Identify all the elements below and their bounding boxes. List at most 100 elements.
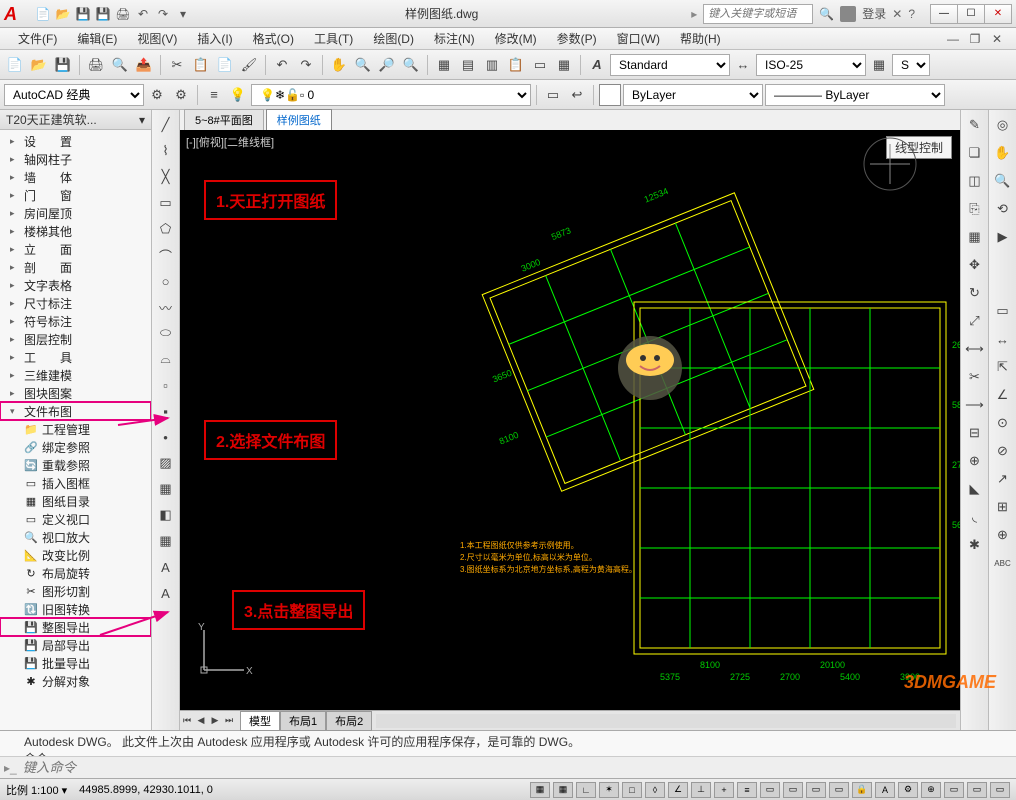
viewport-tab-active[interactable]: 样例图纸 — [266, 109, 332, 130]
drawing-canvas[interactable]: [-][俯视][二维线框] 线型控制 1.天正打开图纸 2.选择文件布图 3.点… — [180, 130, 960, 710]
tree-item-12[interactable]: ▸工 具 — [0, 348, 151, 366]
gradient-icon[interactable]: ▦ — [155, 478, 177, 500]
maximize-button[interactable]: ☐ — [957, 4, 985, 24]
table-style-select[interactable]: Sta — [892, 54, 930, 76]
dim-aligned-icon[interactable]: ⇱ — [992, 356, 1014, 378]
minimize-button[interactable]: — — [930, 4, 958, 24]
sc-toggle[interactable]: ▭ — [806, 782, 826, 798]
table-style-icon[interactable]: ▦ — [868, 54, 890, 76]
search-icon[interactable]: 🔍 — [819, 7, 834, 21]
hw-toggle[interactable]: ▭ — [944, 782, 964, 798]
move-icon[interactable]: ✥ — [964, 254, 986, 276]
close-button[interactable]: ✕ — [984, 4, 1012, 24]
match-icon[interactable]: 🖌 — [238, 54, 260, 76]
color-swatch[interactable] — [599, 84, 621, 106]
tree-item-22[interactable]: 🔍视口放大 — [0, 528, 151, 546]
app-logo[interactable] — [4, 4, 28, 24]
tree-item-5[interactable]: ▸楼梯其他 — [0, 222, 151, 240]
layout-tab-1[interactable]: 布局1 — [280, 711, 326, 731]
polyline-icon[interactable]: ⌇ — [155, 140, 177, 162]
tolerance-icon[interactable]: ⊞ — [992, 496, 1014, 518]
osnap-toggle[interactable]: □ — [622, 782, 642, 798]
save-icon[interactable]: 💾 — [74, 5, 92, 23]
zoom-prev-icon[interactable]: 🔍 — [400, 54, 422, 76]
menu-dimension[interactable]: 标注(N) — [426, 28, 483, 49]
table-icon[interactable]: ▦ — [155, 530, 177, 552]
rotate-icon[interactable]: ↻ — [964, 282, 986, 304]
layout-tab-model[interactable]: 模型 — [240, 711, 280, 731]
hscroll-track[interactable] — [376, 714, 956, 728]
workspace-settings-icon[interactable]: ⚙ — [146, 84, 168, 106]
exchange-icon[interactable]: ✕ — [892, 7, 902, 21]
constraint-icon[interactable]: ▭ — [992, 300, 1014, 322]
layout-tab-2[interactable]: 布局2 — [326, 711, 372, 731]
layer-iso-icon[interactable]: ▭ — [542, 84, 564, 106]
panel-dropdown-icon[interactable]: ▾ — [139, 113, 145, 127]
undo2-icon[interactable]: ↶ — [271, 54, 293, 76]
chamfer-icon[interactable]: ◣ — [964, 478, 986, 500]
dim-angular-icon[interactable]: ∠ — [992, 384, 1014, 406]
menu-tools[interactable]: 工具(T) — [306, 28, 361, 49]
publish-icon[interactable]: 📤 — [133, 54, 155, 76]
tree-item-28[interactable]: 💾局部导出 — [0, 636, 151, 654]
tree-item-7[interactable]: ▸剖 面 — [0, 258, 151, 276]
help-icon[interactable]: ? — [908, 7, 915, 21]
tree-item-21[interactable]: ▭定义视口 — [0, 510, 151, 528]
menu-parametric[interactable]: 参数(P) — [549, 28, 605, 49]
calc-icon[interactable]: ▦ — [553, 54, 575, 76]
block-make-icon[interactable]: ▪ — [155, 400, 177, 422]
markup-icon[interactable]: ▭ — [529, 54, 551, 76]
dim-radius-icon[interactable]: ⊙ — [992, 412, 1014, 434]
new-icon[interactable]: 📄 — [34, 5, 52, 23]
menu-help[interactable]: 帮助(H) — [672, 28, 729, 49]
tree-item-14[interactable]: ▸图块图案 — [0, 384, 151, 402]
anno3-toggle[interactable]: ⚙ — [898, 782, 918, 798]
mdi-restore-icon[interactable]: ❐ — [966, 30, 984, 48]
preview-icon[interactable]: 🔍 — [109, 54, 131, 76]
clean-toggle[interactable]: ▭ — [990, 782, 1010, 798]
orbit-icon[interactable]: ⟲ — [992, 198, 1014, 220]
dim-style-select[interactable]: ISO-25 — [756, 54, 866, 76]
array-icon[interactable]: ▦ — [964, 226, 986, 248]
command-input[interactable] — [17, 760, 1012, 775]
tree-item-26[interactable]: 🔃旧图转换 — [0, 600, 151, 618]
scroll-next-icon[interactable]: ▶ — [208, 714, 222, 728]
snap-toggle[interactable]: ▦ — [530, 782, 550, 798]
color-select[interactable]: ByLayer — [623, 84, 763, 106]
tree-item-19[interactable]: ▭插入图框 — [0, 474, 151, 492]
steering-wheel-icon[interactable]: ◎ — [992, 114, 1014, 136]
abc-icon[interactable]: ABC — [992, 552, 1014, 574]
layer-props-icon[interactable]: ≡ — [203, 84, 225, 106]
tree-item-17[interactable]: 🔗绑定参照 — [0, 438, 151, 456]
mdi-minimize-icon[interactable]: — — [944, 30, 962, 48]
scroll-last-icon[interactable]: ⏭ — [222, 714, 236, 728]
anno2-toggle[interactable]: A — [875, 782, 895, 798]
status-scale[interactable]: 比例 1:100 ▾ — [6, 782, 67, 798]
redo-icon[interactable]: ↷ — [154, 5, 172, 23]
tree-item-16[interactable]: 📁工程管理 — [0, 420, 151, 438]
hatch-icon[interactable]: ▨ — [155, 452, 177, 474]
workspace-select[interactable]: AutoCAD 经典 — [4, 84, 144, 106]
menu-draw[interactable]: 绘图(D) — [365, 28, 422, 49]
3dosnap-toggle[interactable]: ◊ — [645, 782, 665, 798]
redo2-icon[interactable]: ↷ — [295, 54, 317, 76]
rectangle-icon[interactable]: ▭ — [155, 192, 177, 214]
text-style-select[interactable]: Standard — [610, 54, 730, 76]
paste-icon[interactable]: 📄 — [214, 54, 236, 76]
tree-item-4[interactable]: ▸房间屋顶 — [0, 204, 151, 222]
layer-prev-icon[interactable]: ↩ — [566, 84, 588, 106]
layer-select[interactable]: 💡❄🔓▫ 0 — [251, 84, 531, 106]
zoom-extents-icon[interactable]: 🔍 — [992, 170, 1014, 192]
pan-icon[interactable]: ✋ — [328, 54, 350, 76]
cut-icon[interactable]: ✂ — [166, 54, 188, 76]
menu-format[interactable]: 格式(O) — [245, 28, 302, 49]
ortho-toggle[interactable]: ∟ — [576, 782, 596, 798]
print-icon[interactable]: 🖨 — [114, 5, 132, 23]
help-search-input[interactable] — [703, 4, 813, 24]
undo-icon[interactable]: ↶ — [134, 5, 152, 23]
dim-style-icon[interactable]: ↔ — [732, 54, 754, 76]
scale-icon[interactable]: ⤢ — [964, 310, 986, 332]
erase-icon[interactable]: ✎ — [964, 114, 986, 136]
showmotion-icon[interactable]: ▶ — [992, 226, 1014, 248]
tree-item-30[interactable]: ✱分解对象 — [0, 672, 151, 690]
